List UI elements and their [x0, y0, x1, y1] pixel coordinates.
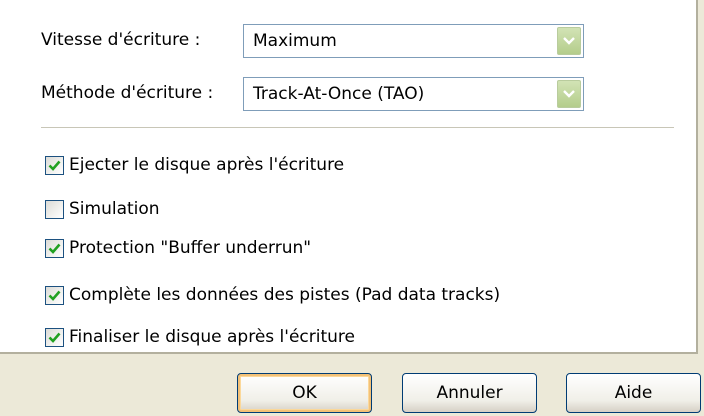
section-divider	[41, 127, 674, 128]
check-mark-icon	[48, 243, 61, 254]
checkbox[interactable]	[45, 238, 64, 258]
check-mark-icon	[48, 290, 61, 301]
write-method-label: Méthode d'écriture :	[41, 83, 214, 103]
option-label: Protection "Buffer underrun"	[69, 238, 312, 258]
checkbox[interactable]	[45, 327, 64, 347]
checkbox[interactable]	[45, 285, 64, 305]
checkbox[interactable]	[45, 199, 64, 219]
check-mark-icon	[48, 332, 61, 343]
checkbox[interactable]	[45, 155, 64, 175]
option-label: Simulation	[69, 199, 160, 219]
write-method-select[interactable]: Track-At-Once (TAO)	[243, 77, 584, 111]
write-method-value: Track-At-Once (TAO)	[253, 84, 425, 104]
write-speed-select[interactable]: Maximum	[243, 24, 584, 58]
ok-button[interactable]: OK	[237, 373, 372, 413]
option-finalize-disc[interactable]: Finaliser le disque après l'écriture	[45, 325, 355, 349]
option-simulation[interactable]: Simulation	[45, 197, 160, 221]
option-buffer-underrun[interactable]: Protection "Buffer underrun"	[45, 236, 311, 260]
check-mark-icon	[48, 160, 61, 171]
write-speed-label: Vitesse d'écriture :	[41, 30, 201, 50]
option-label: Ejecter le disque après l'écriture	[69, 155, 345, 175]
chevron-down-icon[interactable]	[557, 80, 581, 108]
option-pad-data-tracks[interactable]: Complète les données des pistes (Pad dat…	[45, 283, 500, 307]
option-label: Complète les données des pistes (Pad dat…	[69, 285, 501, 305]
chevron-down-icon[interactable]	[557, 27, 581, 55]
cancel-button[interactable]: Annuler	[402, 373, 537, 413]
write-speed-value: Maximum	[253, 31, 337, 51]
help-button[interactable]: Aide	[566, 373, 701, 413]
option-eject-disc[interactable]: Ejecter le disque après l'écriture	[45, 153, 344, 177]
options-panel: Vitesse d'écriture : Maximum Méthode d'é…	[0, 0, 698, 354]
option-label: Finaliser le disque après l'écriture	[69, 327, 355, 347]
